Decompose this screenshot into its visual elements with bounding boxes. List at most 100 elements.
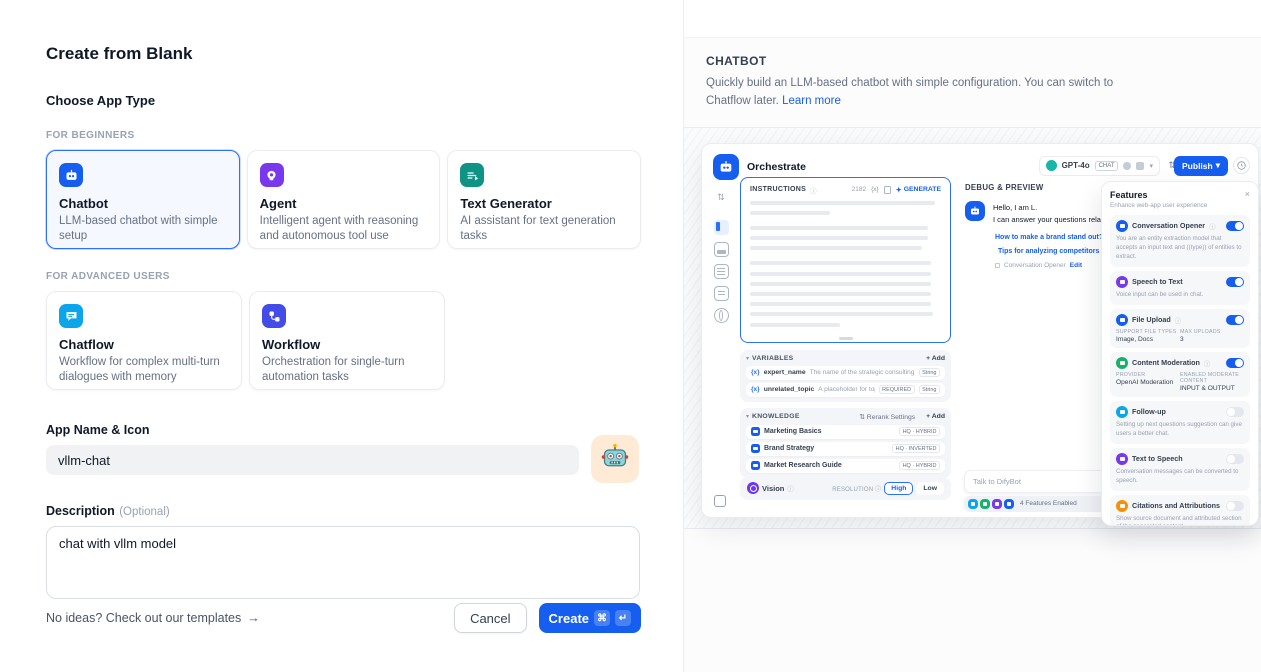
app-type-card-agent[interactable]: Agent Intelligent agent with reasoning a… [247,150,441,249]
description-optional-label: (Optional) [119,506,170,518]
card-title: Text Generator [460,196,628,211]
image-icon [714,242,729,257]
app-type-heading: CHATBOT [706,54,1261,68]
feature-dot [980,499,990,509]
app-name-input[interactable] [46,445,579,475]
enter-key-icon: ↵ [615,610,631,626]
text-generator-icon [460,163,484,187]
feature-item-conversation-opener: Conversation Opener ⓘ You are an entity … [1110,215,1250,267]
create-app-modal: Create from Blank Choose App Type FOR BE… [0,0,1261,672]
preview-band: Orchestrate GPT-4o CHAT ▾ ⇅ Publish▾ [684,127,1261,529]
agent-icon [260,163,284,187]
add-variable-button: + Add [926,355,945,362]
robot-emoji-icon [601,443,629,476]
toggle-on [1226,315,1244,325]
file-upload-icon [1116,314,1128,326]
card-desc: LLM-based chatbot with simple setup [59,214,227,244]
info-icon: ⓘ [810,185,817,195]
description-textarea[interactable]: chat with vllm model [46,526,640,599]
card-title: Workflow [262,337,432,352]
preview-app-title: Orchestrate [747,161,806,173]
microphone-icon [1116,276,1128,288]
dataset-icon [751,444,760,453]
toggle-off [1226,501,1244,511]
description-label: Description [46,504,115,518]
card-desc: Orchestration for single-turn automation… [262,355,432,385]
variable-row: {x} unrelated_topic A placeholder for to… [746,383,945,397]
model-mini-icon [1123,162,1131,170]
card-desc: AI assistant for text generation tasks [460,214,628,244]
feature-item-citations: Citations and Attributions Show source d… [1110,495,1250,526]
suggestion-chip: How to make a brand stand out? [995,234,1103,241]
card-title: Chatflow [59,337,229,352]
cmd-key-icon: ⌘ [594,610,610,626]
bot-avatar [965,201,985,221]
swap-icon: ⇅ [717,192,725,203]
preview-publish-button: Publish▾ [1174,156,1228,176]
toggle-on [1226,358,1244,368]
conversation-opener-note: Conversation Opener Edit [995,262,1082,269]
add-knowledge-button: + Add [926,413,945,420]
model-provider-icon [1046,160,1057,171]
app-type-description: Quickly build an LLM-based chatbot with … [706,75,1114,111]
vision-row: Vision ⓘ RESOLUTION ⓘ High Low [740,477,951,500]
section-label-beginners: FOR BEGINNERS [46,130,641,141]
variables-section: ▾ VARIABLES + Add {x} expert_name The na… [740,350,951,402]
knowledge-row: Brand Strategy HQ · INVERTED [746,442,945,456]
bot-message-line1: Hello, I am L. [993,203,1037,212]
resize-handle [839,337,853,340]
variables-braces-icon: {x} [871,186,879,193]
preview-app-icon [713,154,739,180]
chatflow-icon [59,304,83,328]
toggle-off [1226,454,1244,464]
vision-icon [747,482,759,494]
app-type-card-text-generator[interactable]: Text Generator AI assistant for text gen… [447,150,641,249]
choose-app-type-label: Choose App Type [46,93,641,108]
preview-left-rail: ⇅ [711,192,731,323]
conversation-opener-icon [1116,220,1128,232]
feature-item-text-to-speech: Text to Speech Conversation messages can… [1110,448,1250,491]
toggle-on [1226,221,1244,231]
citations-icon [1116,500,1128,512]
toggle-on [1226,277,1244,287]
features-panel: Features × Enhance web-app user experien… [1101,181,1259,526]
model-gear-icon [1136,162,1144,170]
feature-item-speech-to-text: Speech to Text Voice input can be used i… [1110,271,1250,305]
clipboard-icon [884,186,891,194]
beginner-cards-row: Chatbot LLM-based chatbot with simple se… [46,150,641,249]
panel-icon [714,220,729,235]
app-name-label: App Name & Icon [46,423,641,437]
dataset-icon [751,427,760,436]
document-icon [714,264,729,279]
app-type-card-workflow[interactable]: Workflow Orchestration for single-turn a… [249,291,445,390]
knowledge-section: ▾ KNOWLEDGE ⇅ Rerank Settings + Add Mark… [740,408,951,478]
app-type-card-chatbot[interactable]: Chatbot LLM-based chatbot with simple se… [46,150,240,249]
right-panel-header-strip [684,0,1261,38]
chevron-down-icon: ▾ [1149,162,1153,170]
rerank-settings-button: ⇅ Rerank Settings [859,413,915,421]
feature-item-follow-up: Follow-up Setting up next questions sugg… [1110,401,1250,444]
app-type-info-panel: CHATBOT Quickly build an LLM-based chatb… [683,0,1261,672]
feature-dot [1004,499,1014,509]
history-clock-icon [1233,157,1250,174]
dataset-icon [751,461,760,470]
feature-item-content-moderation: Content Moderation ⓘ PROVIDEROpenAI Mode… [1110,352,1250,397]
cancel-button[interactable]: Cancel [454,603,526,633]
knowledge-row: Marketing Basics HQ · HYBRID [746,425,945,439]
preview-model-selector: GPT-4o CHAT ▾ [1039,156,1160,176]
app-icon-picker[interactable] [591,435,639,483]
globe-icon [714,308,729,323]
card-desc: Intelligent agent with reasoning and aut… [260,214,428,244]
app-type-card-chatflow[interactable]: Chatflow Workflow for complex multi-turn… [46,291,242,390]
card-title: Agent [260,196,428,211]
edit-link: Edit [1070,262,1082,269]
learn-more-link[interactable]: Learn more [782,95,841,107]
debug-preview-heading: DEBUG & PREVIEW [965,183,1044,192]
create-button[interactable]: Create ⌘ ↵ [539,603,641,633]
opener-icon [995,263,1000,268]
instructions-panel: INSTRUCTIONS ⓘ 2182 {x} GENERATE [740,177,951,343]
advanced-cards-row: Chatflow Workflow for complex multi-turn… [46,291,641,390]
feature-dot [968,499,978,509]
section-label-advanced: FOR ADVANCED USERS [46,271,641,282]
templates-link[interactable]: No ideas? Check out our templates → [46,611,260,625]
